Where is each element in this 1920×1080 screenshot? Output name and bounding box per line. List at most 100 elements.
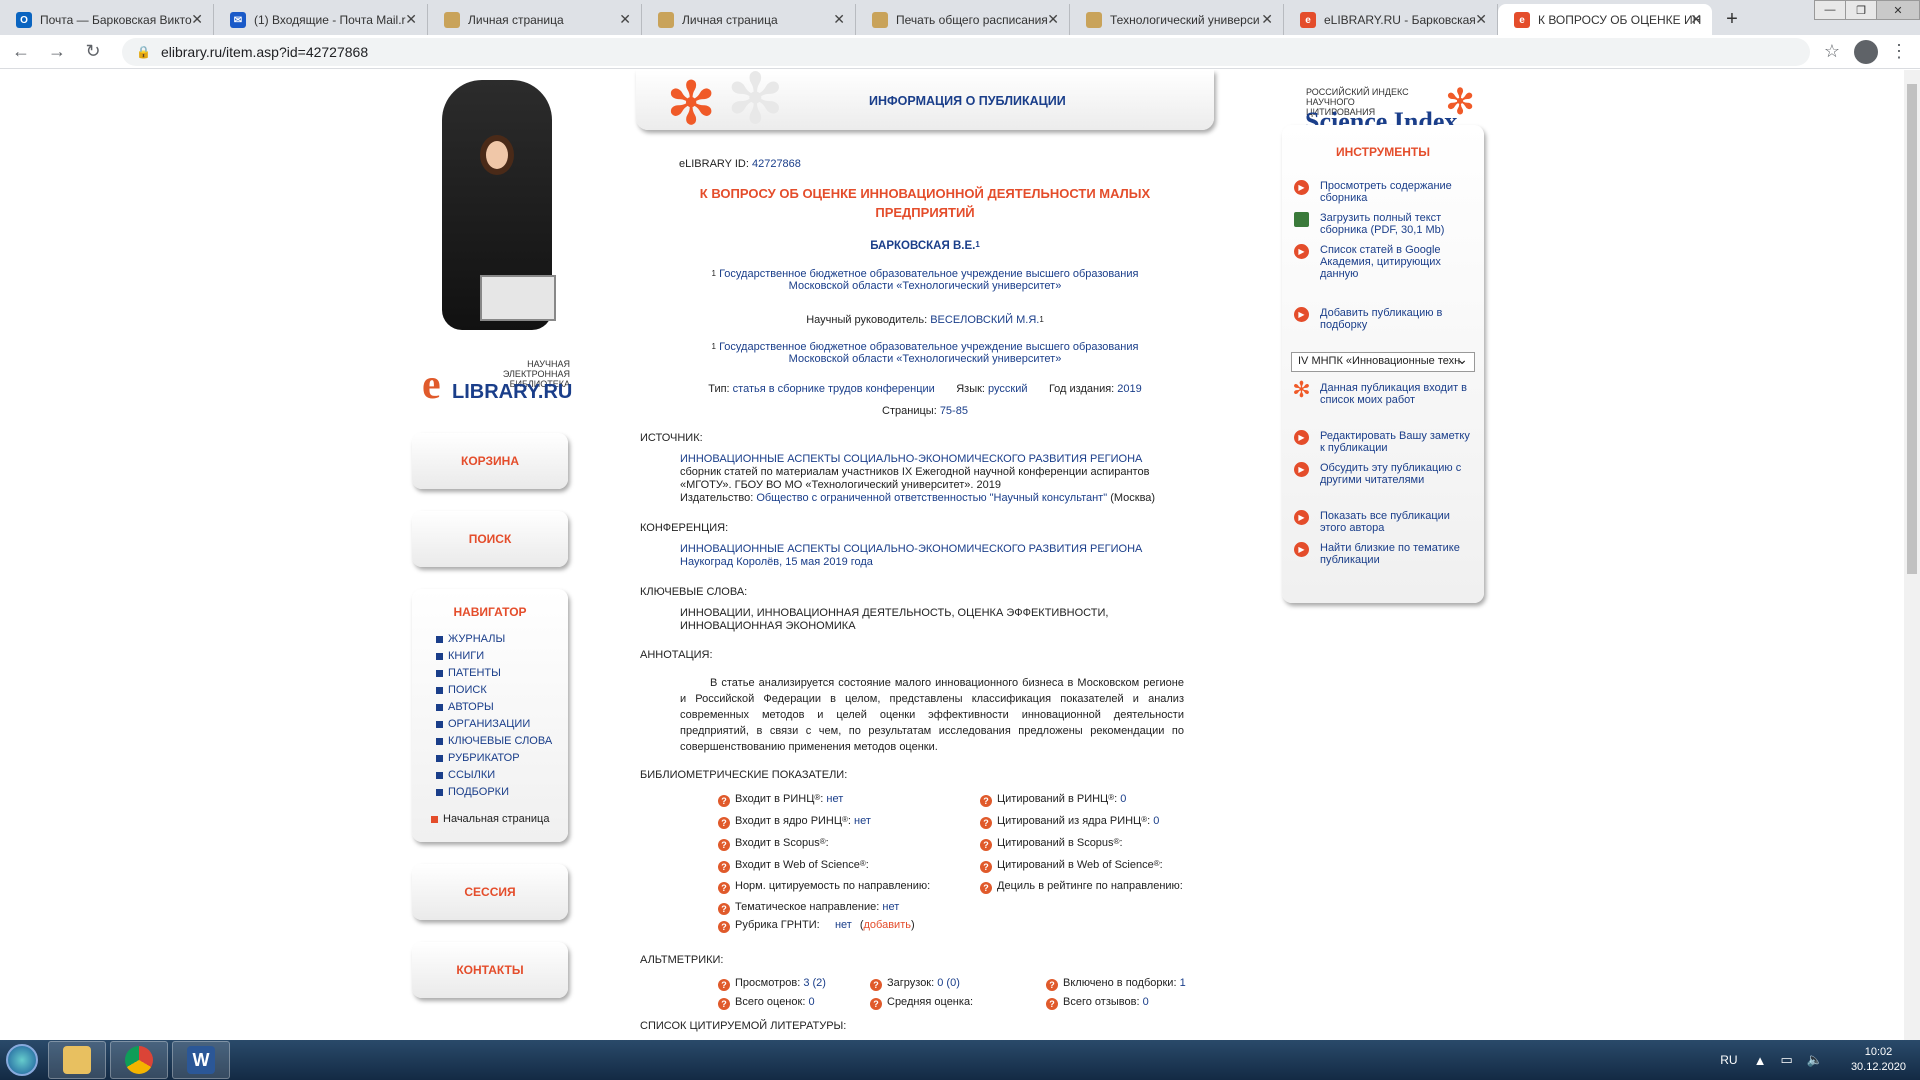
navigator-item[interactable]: ПОИСК — [412, 684, 568, 701]
navigator-item[interactable]: РУБРИКАТОР — [412, 752, 568, 769]
collection-select[interactable]: IV МНПК «Инновационные техн — [1291, 352, 1475, 372]
conference-title-link[interactable]: ИННОВАЦИОННЫЕ АСПЕКТЫ СОЦИАЛЬНО-ЭКОНОМИЧ… — [680, 543, 1200, 556]
help-icon[interactable]: ? — [980, 839, 992, 851]
tool-link[interactable]: ▶ Обсудить эту публикацию с другими читат… — [1294, 462, 1474, 486]
mascot-image — [412, 70, 576, 340]
tool-link[interactable]: ▶ Просмотреть содержание сборника — [1294, 180, 1474, 204]
start-button[interactable] — [0, 1040, 44, 1080]
bibliometric-row: ? Цитирований в Web of Science®: — [980, 859, 1163, 873]
navigator-item[interactable]: ОРГАНИЗАЦИИ — [412, 718, 568, 735]
elibrary-logo[interactable]: e НАУЧНАЯ ЭЛЕКТРОННАЯ БИБЛИОТЕКА LIBRARY… — [412, 355, 576, 411]
volume-icon[interactable]: 🔈 — [1807, 1052, 1823, 1068]
publisher-link[interactable]: Общество с ограниченной ответственностью… — [756, 492, 1107, 504]
bookmark-star-icon[interactable]: ☆ — [1824, 41, 1840, 62]
browser-tab[interactable]: e eLIBRARY.RU - Барковская ✕ — [1284, 4, 1498, 35]
browser-tab[interactable]: Технологический универси ✕ — [1070, 4, 1284, 35]
help-icon[interactable]: ? — [870, 998, 882, 1010]
help-icon[interactable]: ? — [718, 861, 730, 873]
browser-tab[interactable]: Печать общего расписания ✕ — [856, 4, 1070, 35]
supervisor-affiliation[interactable]: 1 Государственное бюджетное образователь… — [680, 341, 1170, 365]
scrollbar[interactable] — [1904, 70, 1920, 1040]
bibliometric-row: ? Норм. цитируемость по направлению: — [718, 880, 930, 894]
taskbar-chrome[interactable] — [110, 1041, 168, 1079]
browser-tab[interactable]: Личная страница ✕ — [428, 4, 642, 35]
tab-close-icon[interactable]: ✕ — [1047, 11, 1059, 28]
help-icon[interactable]: ? — [1046, 979, 1058, 991]
tool-link[interactable]: ▶ Найти близкие по тематике публикации — [1294, 542, 1474, 566]
tab-close-icon[interactable]: ✕ — [1690, 11, 1702, 28]
help-icon[interactable]: ? — [718, 882, 730, 894]
address-bar[interactable]: 🔒 elibrary.ru/item.asp?id=42727868 — [122, 37, 1810, 66]
help-icon[interactable]: ? — [718, 921, 730, 933]
navigator-item[interactable]: АВТОРЫ — [412, 701, 568, 718]
help-icon[interactable]: ? — [718, 998, 730, 1010]
help-icon[interactable]: ? — [718, 979, 730, 991]
search-button[interactable]: ПОИСК — [412, 511, 568, 567]
help-icon[interactable]: ? — [718, 795, 730, 807]
window-close-button[interactable]: ✕ — [1876, 0, 1920, 20]
tab-close-icon[interactable]: ✕ — [1261, 11, 1273, 28]
tool-link[interactable]: ▶ Добавить публикацию в подборку — [1294, 307, 1474, 331]
help-icon[interactable]: ? — [718, 903, 730, 915]
source-title-link[interactable]: ИННОВАЦИОННЫЕ АСПЕКТЫ СОЦИАЛЬНО-ЭКОНОМИЧ… — [680, 453, 1200, 466]
navigator-item[interactable]: ПАТЕНТЫ — [412, 667, 568, 684]
navigator-item[interactable]: КЛЮЧЕВЫЕ СЛОВА — [412, 735, 568, 752]
tool-link[interactable]: ▶ Редактировать Вашу заметку к публикации — [1294, 430, 1474, 454]
help-icon[interactable]: ? — [718, 817, 730, 829]
keywords-links[interactable]: ИННОВАЦИИ, ИННОВАЦИОННАЯ ДЕЯТЕЛЬНОСТЬ, О… — [680, 607, 1180, 633]
contacts-button[interactable]: КОНТАКТЫ — [412, 942, 568, 998]
help-icon[interactable]: ? — [980, 795, 992, 807]
author-affiliation[interactable]: 1 Государственное бюджетное образователь… — [680, 268, 1170, 292]
taskbar-explorer[interactable] — [48, 1041, 106, 1079]
help-icon[interactable]: ? — [980, 817, 992, 829]
browser-tab[interactable]: ✉ (1) Входящие - Почта Mail.r ✕ — [214, 4, 428, 35]
minimize-button[interactable]: — — [1814, 0, 1846, 20]
conference-block: ИННОВАЦИОННЫЕ АСПЕКТЫ СОЦИАЛЬНО-ЭКОНОМИЧ… — [680, 543, 1200, 569]
taskbar-word[interactable]: W — [172, 1041, 230, 1079]
navigator-item[interactable]: КНИГИ — [412, 650, 568, 667]
tab-close-icon[interactable]: ✕ — [405, 11, 417, 28]
tab-close-icon[interactable]: ✕ — [619, 11, 631, 28]
lock-icon[interactable]: 🔒 — [136, 45, 151, 59]
navigator-item[interactable]: ЖУРНАЛЫ — [412, 633, 568, 650]
cart-button[interactable]: КОРЗИНА — [412, 433, 568, 489]
browser-tab[interactable]: O Почта — Барковская Викто ✕ — [0, 4, 214, 35]
browser-menu-icon[interactable]: ⋮ — [1890, 41, 1908, 62]
help-icon[interactable]: ? — [870, 979, 882, 991]
tool-link[interactable]: ▶ Список статей в Google Академия, цитиру… — [1294, 244, 1474, 280]
maximize-button[interactable]: ❐ — [1845, 0, 1877, 20]
account-avatar-icon[interactable] — [1854, 39, 1878, 64]
navigator-item[interactable]: ПОДБОРКИ — [412, 786, 568, 803]
browser-tab[interactable]: e К ВОПРОСУ ОБ ОЦЕНКЕ ИН ✕ — [1498, 4, 1712, 35]
forward-button[interactable]: → — [42, 37, 72, 67]
supervisor-link[interactable]: ВЕСЕЛОВСКИЙ М.Я. — [930, 314, 1039, 326]
tab-close-icon[interactable]: ✕ — [191, 11, 203, 28]
collections-link[interactable]: 1 — [1180, 977, 1186, 989]
session-button[interactable]: СЕССИЯ — [412, 864, 568, 920]
home-link[interactable]: Начальная страница — [412, 813, 568, 830]
scrollbar-thumb[interactable] — [1907, 84, 1917, 574]
clock[interactable]: 10:02 30.12.2020 — [1851, 1045, 1906, 1075]
tray-arrow-icon[interactable]: ▲ — [1754, 1053, 1767, 1068]
help-icon[interactable]: ? — [1046, 998, 1058, 1010]
navigator-item[interactable]: ССЫЛКИ — [412, 769, 568, 786]
author-link[interactable]: БАРКОВСКАЯ В.Е.1 — [680, 240, 1170, 252]
browser-tab[interactable]: Личная страница ✕ — [642, 4, 856, 35]
tool-link[interactable]: Загрузить полный текст сборника (PDF, 30… — [1294, 212, 1474, 236]
tab-label: eLIBRARY.RU - Барковская — [1324, 12, 1476, 27]
url-text: elibrary.ru/item.asp?id=42727868 — [160, 43, 369, 60]
new-tab-button[interactable]: + — [1718, 5, 1746, 33]
tab-label: К ВОПРОСУ ОБ ОЦЕНКЕ ИН — [1538, 12, 1702, 27]
tab-close-icon[interactable]: ✕ — [833, 11, 845, 28]
add-grnti-link[interactable]: добавить — [864, 919, 911, 931]
help-icon[interactable]: ? — [980, 861, 992, 873]
help-icon[interactable]: ? — [718, 839, 730, 851]
tool-link[interactable]: ✻ Данная публикация входит в список моих … — [1292, 378, 1474, 406]
tab-close-icon[interactable]: ✕ — [1475, 11, 1487, 28]
help-icon[interactable]: ? — [980, 882, 992, 894]
network-icon[interactable]: ▭ — [1780, 1052, 1792, 1068]
tool-link[interactable]: ▶ Показать все публикации этого автора — [1294, 510, 1474, 534]
back-button[interactable]: ← — [6, 37, 36, 67]
reload-button[interactable]: ↻ — [78, 37, 108, 67]
language-indicator[interactable]: RU — [1720, 1053, 1737, 1067]
